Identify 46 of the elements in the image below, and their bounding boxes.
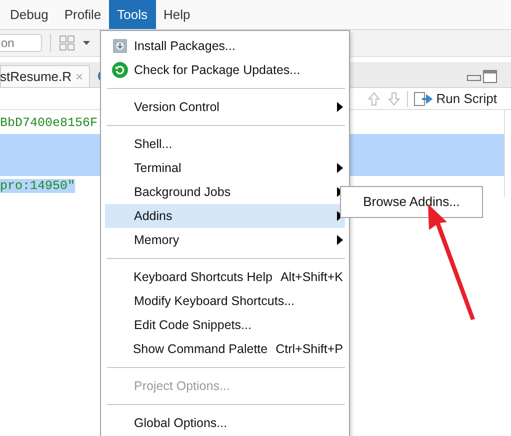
menu-item[interactable]: Show Command Palette Ctrl+Shift+P	[105, 337, 345, 361]
menu-item-label: Install Packages...	[134, 38, 236, 55]
menu-item[interactable]: Version Control	[105, 95, 345, 119]
menu-item-label: Global Options...	[134, 414, 228, 432]
menu-item[interactable]: Global Options...	[105, 411, 345, 435]
menu-item[interactable]: Edit Code Snippets...	[105, 313, 345, 337]
menu-item-label: Edit Code Snippets...	[134, 316, 252, 334]
menu-item[interactable]: Addins	[105, 204, 345, 228]
submenu-arrow-icon	[337, 163, 343, 173]
menu-item-label: Shell...	[134, 136, 172, 153]
run-icon	[414, 92, 434, 106]
run-script-button[interactable]: Run Script	[414, 88, 497, 108]
grid-icon[interactable]	[59, 35, 75, 51]
menu-item-label: Addins	[134, 208, 172, 225]
menu-item[interactable]: Modify Keyboard Shortcuts...	[105, 289, 345, 313]
menu-item-label: Keyboard Shortcuts Help	[133, 268, 272, 286]
tab-title: stResume.R	[0, 68, 72, 86]
package-icon	[112, 38, 128, 54]
search-field[interactable]: on	[0, 34, 42, 52]
menu-bar-item[interactable]: Tools	[109, 0, 156, 29]
minimize-icon[interactable]	[467, 75, 481, 81]
menu-item[interactable]: Check for Package Updates...	[105, 58, 345, 82]
menu-item-label: Memory	[134, 232, 180, 249]
caret-icon[interactable]	[83, 41, 90, 45]
shortcut-label: Alt+Shift+K	[280, 268, 343, 286]
menu-item-label: Version Control	[134, 98, 220, 116]
menu-item-label: Project Options...	[134, 378, 230, 395]
menu-item-label: Background Jobs	[134, 184, 231, 201]
menu-item-label: Check for Package Updates...	[134, 62, 300, 79]
menu-item-label: Terminal	[134, 160, 182, 177]
refresh-icon	[112, 62, 128, 78]
menu-item-label: Show Command Palette	[132, 340, 268, 358]
shortcut-label: Ctrl+Shift+P	[276, 340, 343, 358]
menu-item[interactable]: Install Packages...	[105, 34, 345, 58]
menu-item[interactable]: Terminal	[105, 156, 345, 180]
menu-item[interactable]: Memory	[105, 228, 345, 252]
menu-bar-item[interactable]: Debug	[2, 0, 56, 29]
menu-item[interactable]: Keyboard Shortcuts Help Alt+Shift+K	[105, 265, 345, 289]
menu-bar-item[interactable]: Profile	[56, 0, 110, 29]
menu-bar-item[interactable]: Help	[156, 0, 198, 29]
submenu-arrow-icon	[337, 102, 343, 112]
editor-tab[interactable]: stResume.R ×	[0, 65, 90, 87]
submenu-arrow-icon	[337, 235, 343, 245]
code-line: BbD7400e8156F	[0, 116, 98, 130]
maximize-icon[interactable]	[483, 70, 497, 83]
menu-item-label: Modify Keyboard Shortcuts...	[134, 292, 294, 310]
